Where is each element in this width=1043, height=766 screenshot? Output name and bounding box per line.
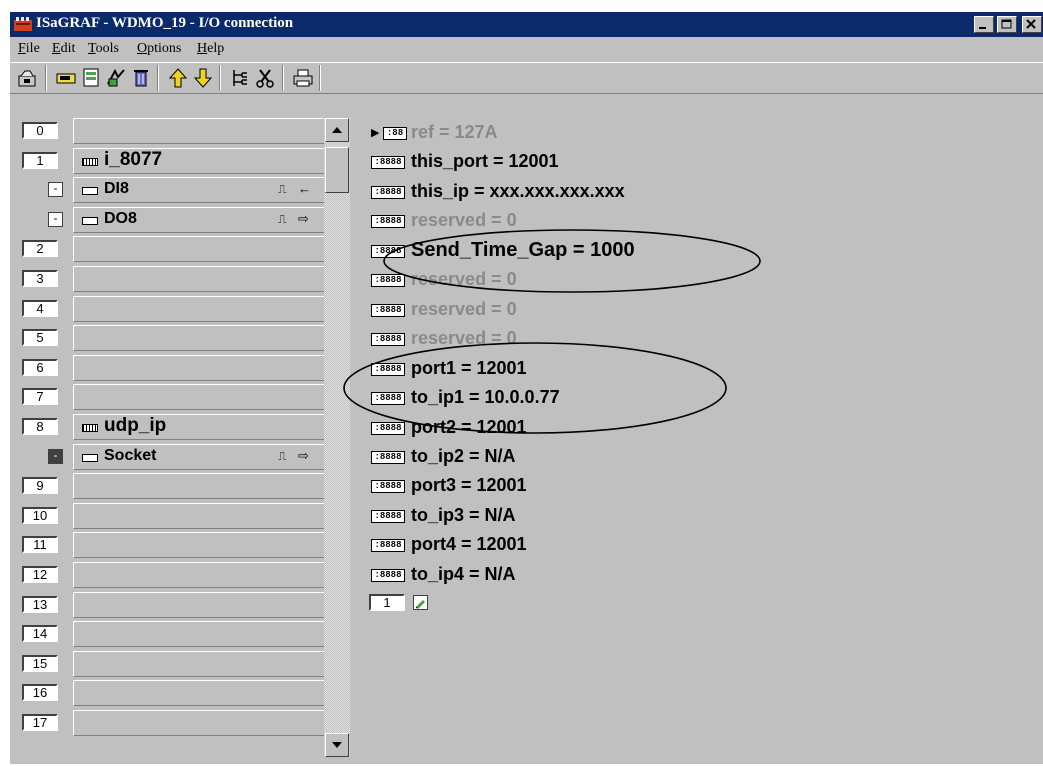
- annotation-ellipse: [383, 229, 761, 293]
- annotation-ellipse: [343, 342, 727, 434]
- annotation-overlay: [343, 229, 761, 434]
- isagraf-window: ISaGRAF - WDMO_19 - I/O connection File …: [10, 12, 1043, 764]
